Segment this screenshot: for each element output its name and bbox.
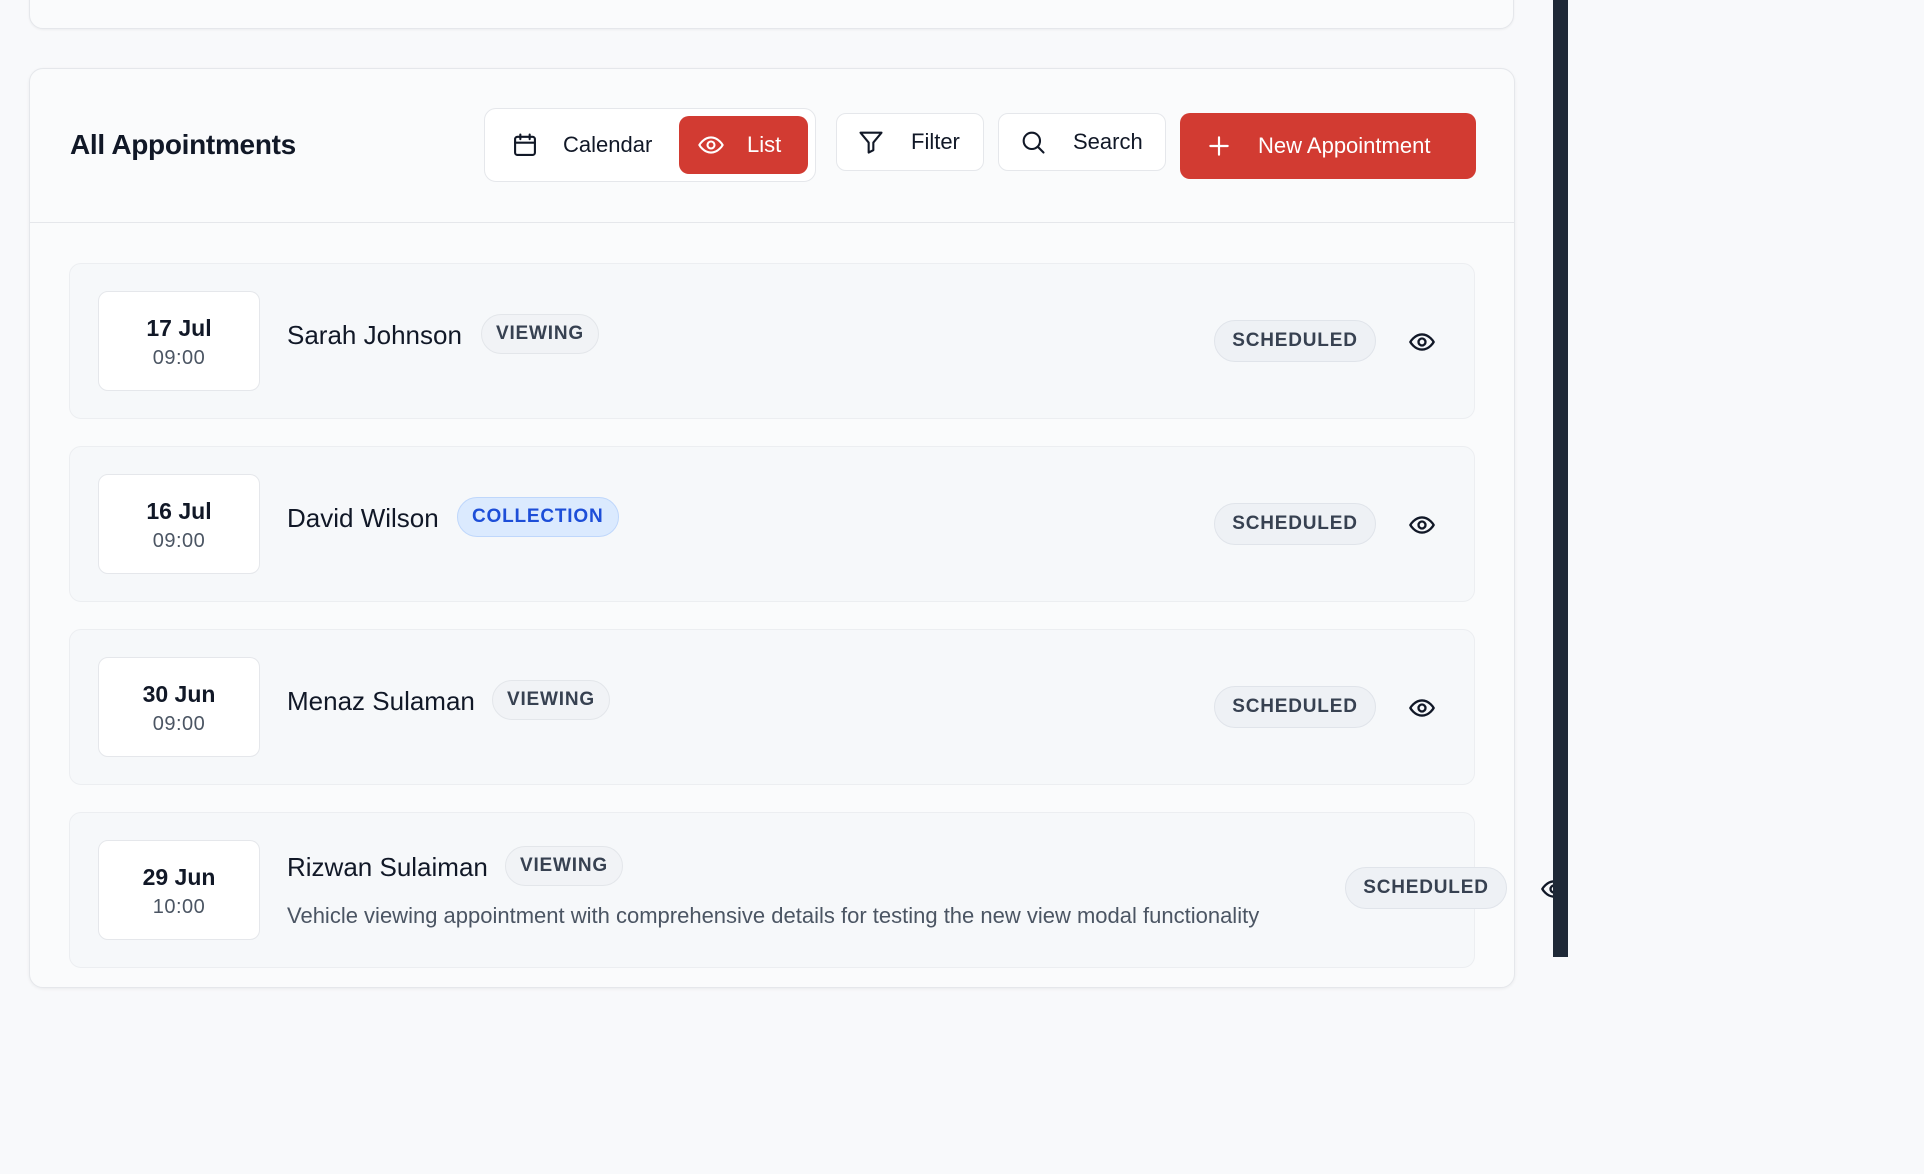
appointment-time: 09:00: [152, 713, 206, 735]
appointments-panel: All Appointments Calendar List Filter Se…: [29, 68, 1515, 988]
calendar-view-button[interactable]: Calendar: [495, 116, 677, 174]
search-label: Search: [1073, 129, 1143, 154]
appointment-card[interactable]: 16 Jul 09:00 David Wilson COLLECTION SCH…: [69, 446, 1475, 602]
customer-name: Rizwan Sulaiman: [287, 852, 488, 882]
window-edge: [1553, 0, 1568, 957]
page-title: All Appointments: [70, 129, 296, 160]
view-details-icon[interactable]: [1540, 875, 1553, 903]
previous-section-card: [29, 0, 1514, 29]
customer-name: Menaz Sulaman: [287, 686, 475, 716]
calendar-view-label: Calendar: [563, 132, 653, 157]
funnel-icon: [857, 128, 885, 156]
date-box: 17 Jul 09:00: [98, 291, 260, 391]
customer-name: David Wilson: [287, 503, 439, 533]
appointment-date: 16 Jul: [146, 498, 212, 524]
header-divider: [30, 222, 1514, 223]
date-box: 30 Jun 09:00: [98, 657, 260, 757]
appointment-card[interactable]: 29 Jun 10:00 Rizwan Sulaiman VIEWING Veh…: [69, 812, 1475, 968]
type-badge: VIEWING: [505, 846, 623, 886]
date-box: 16 Jul 09:00: [98, 474, 260, 574]
status-badge: SCHEDULED: [1214, 503, 1376, 545]
list-view-label: List: [747, 132, 782, 157]
appointment-time: 09:00: [152, 347, 206, 369]
new-appointment-label: New Appointment: [1258, 133, 1431, 158]
view-mode-toggle: Calendar List: [484, 108, 816, 182]
view-details-icon[interactable]: [1408, 511, 1436, 539]
eye-icon: [697, 131, 725, 159]
appointment-card[interactable]: 17 Jul 09:00 Sarah Johnson VIEWING SCHED…: [69, 263, 1475, 419]
appointment-description: Vehicle viewing appointment with compreh…: [287, 903, 1260, 928]
date-box: 29 Jun 10:00: [98, 840, 260, 940]
status-badge: SCHEDULED: [1345, 867, 1507, 909]
appointment-time: 10:00: [152, 896, 206, 918]
type-badge: VIEWING: [492, 680, 610, 720]
status-badge: SCHEDULED: [1214, 686, 1376, 728]
view-details-icon[interactable]: [1408, 328, 1436, 356]
appointment-date: 17 Jul: [146, 315, 212, 341]
customer-name: Sarah Johnson: [287, 320, 462, 350]
list-view-button[interactable]: List: [679, 116, 808, 174]
appointment-card[interactable]: 30 Jun 09:00 Menaz Sulaman VIEWING SCHED…: [69, 629, 1475, 785]
type-badge: VIEWING: [481, 314, 599, 354]
search-button[interactable]: Search: [998, 113, 1166, 171]
plus-icon: [1206, 133, 1232, 159]
appointment-time: 09:00: [152, 530, 206, 552]
status-badge: SCHEDULED: [1214, 320, 1376, 362]
calendar-icon: [511, 131, 539, 159]
new-appointment-button[interactable]: New Appointment: [1180, 113, 1476, 179]
filter-label: Filter: [911, 129, 960, 154]
view-details-icon[interactable]: [1408, 694, 1436, 722]
appointment-date: 30 Jun: [142, 681, 216, 707]
type-badge: COLLECTION: [457, 497, 619, 537]
appointment-date: 29 Jun: [142, 864, 216, 890]
search-icon: [1019, 128, 1047, 156]
filter-button[interactable]: Filter: [836, 113, 984, 171]
